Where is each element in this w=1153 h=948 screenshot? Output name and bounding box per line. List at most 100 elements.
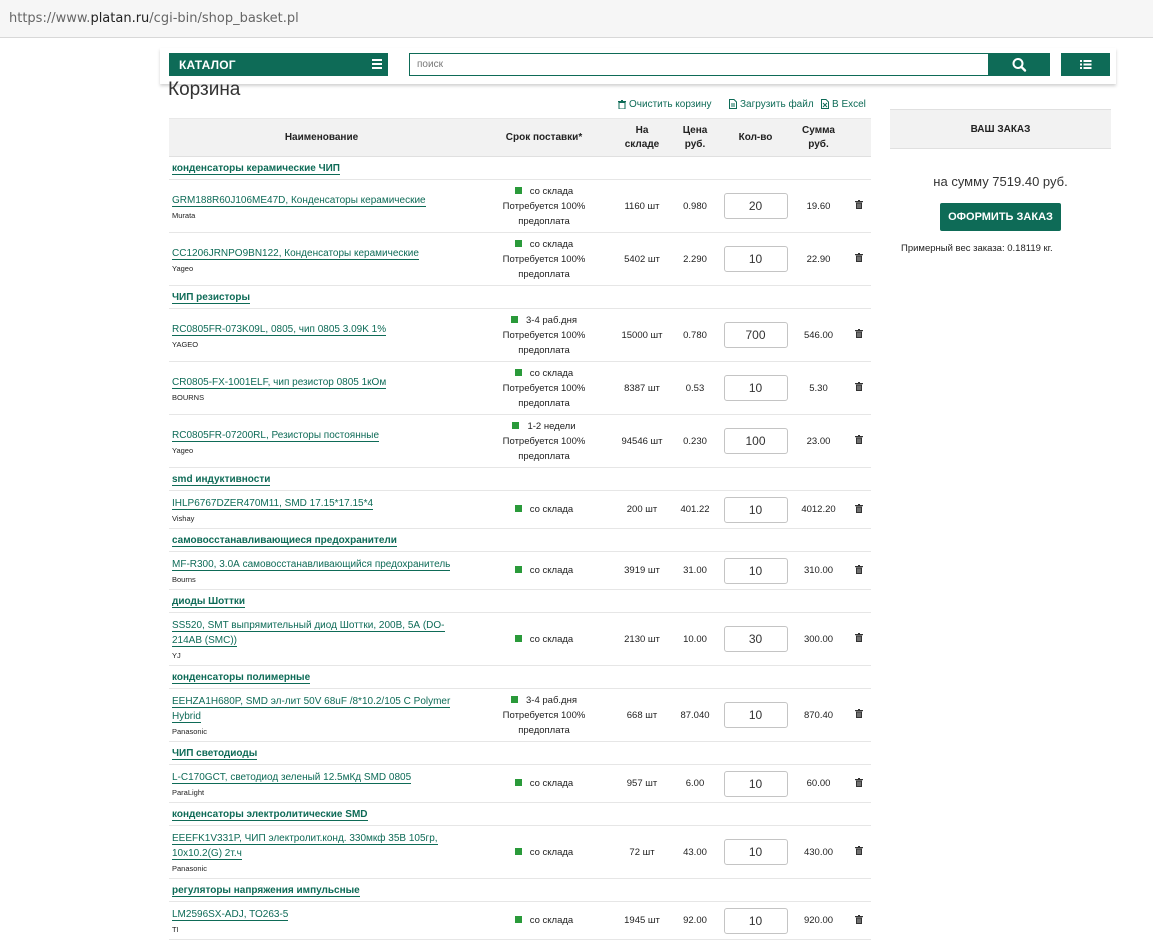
catalog-label: КАТАЛОГ xyxy=(179,58,236,72)
checkout-button[interactable]: ОФОРМИТЬ ЗАКАЗ xyxy=(940,203,1061,231)
product-cell: IHLP6767DZER470M11, SMD 17.15*17.15*4 Vis… xyxy=(169,490,474,529)
delete-row-trash-icon[interactable] xyxy=(854,382,863,394)
delete-row-trash-icon[interactable] xyxy=(854,200,863,212)
col-header-sum: Сумма руб. xyxy=(791,118,846,157)
table-row: RC0805FR-073K09L, 0805, чип 0805 3.09K 1… xyxy=(169,308,871,362)
prepayment-note-2: предоплата xyxy=(518,724,570,736)
category-link[interactable]: конденсаторы электролитические SMD xyxy=(172,808,368,821)
quantity-input[interactable]: 100 xyxy=(723,428,788,454)
product-brand: Panasonic xyxy=(172,727,208,736)
delete-row-trash-icon[interactable] xyxy=(854,435,863,447)
product-link[interactable]: RC0805FR-073K09L, 0805, чип 0805 3.09K 1… xyxy=(172,323,387,336)
category-link[interactable]: ЧИП светодиоды xyxy=(172,747,258,760)
prepayment-note-2: предоплата xyxy=(518,397,570,409)
delete-row-trash-icon[interactable] xyxy=(854,777,863,790)
category-link[interactable]: самовосстанавливающиеся предохранители xyxy=(172,534,397,547)
prepayment-note: Потребуется 100% xyxy=(502,200,586,212)
delete-row-trash-icon[interactable] xyxy=(854,253,863,265)
delete-row-trash-icon[interactable] xyxy=(854,503,863,516)
col-header-delivery: Срок поставки* xyxy=(474,118,614,157)
excel-icon xyxy=(821,99,829,109)
quantity-input[interactable]: 10 xyxy=(723,770,788,797)
product-brand: Yageo xyxy=(172,263,194,273)
in-stock-indicator-icon xyxy=(514,186,522,194)
table-row: EEEFK1V331P, ЧИП электролит.конд. 330мкф… xyxy=(169,825,871,879)
search-input[interactable]: поиск xyxy=(409,53,989,76)
excel-export-link[interactable]: В Excel xyxy=(821,99,866,110)
in-stock-indicator-icon xyxy=(514,505,522,512)
prepayment-note: Потребуется 100% xyxy=(502,382,586,394)
product-link[interactable]: GRM188R60J106ME47D, Конденсаторы керамич… xyxy=(172,194,426,207)
price-cell: 401.22 xyxy=(670,490,720,529)
delete-row-trash-icon[interactable] xyxy=(854,709,863,721)
product-link[interactable]: MF-R300, 3.0А самовосстанавливающийся пр… xyxy=(172,559,451,571)
table-row: SS520, SMT выпрямительный диод Шоттки, 2… xyxy=(169,612,871,666)
category-row: ЧИП резисторы xyxy=(169,285,871,309)
delete-row-trash-icon[interactable] xyxy=(854,564,863,577)
prepayment-note-2: предоплата xyxy=(518,450,570,462)
browser-address-bar[interactable]: https://www.platan.ru/cgi-bin/shop_baske… xyxy=(0,0,1153,38)
delete-row-trash-icon[interactable] xyxy=(854,914,863,927)
delete-cell xyxy=(846,688,871,742)
sum-cell: 430.00 xyxy=(791,825,846,879)
table-row: RC0805FR-07200RL, Резисторы постоянные Ya… xyxy=(169,414,871,468)
product-brand: YAGEO xyxy=(172,339,199,349)
price-cell: 0.780 xyxy=(670,308,720,362)
quantity-input[interactable]: 10 xyxy=(723,702,788,728)
table-row: L-C170GCT, светодиод зеленый 12.5мКд SMD… xyxy=(169,764,871,803)
delete-row-trash-icon[interactable] xyxy=(854,846,863,858)
file-icon xyxy=(729,99,737,109)
product-link[interactable]: RC0805FR-07200RL, Резисторы постоянные xyxy=(172,429,380,442)
url-text[interactable]: https://www.platan.ru/cgi-bin/shop_baske… xyxy=(9,11,299,26)
delete-row-trash-icon[interactable] xyxy=(854,329,863,341)
list-view-button[interactable] xyxy=(1061,53,1110,76)
category-link[interactable]: конденсаторы керамические ЧИП xyxy=(172,162,340,175)
quantity-input[interactable]: 10 xyxy=(723,557,788,584)
product-link[interactable]: IHLP6767DZER470M11, SMD 17.15*17.15*4 xyxy=(172,498,374,510)
category-link[interactable]: smd индуктивности xyxy=(172,473,271,486)
quantity-input[interactable]: 10 xyxy=(723,839,788,865)
prepayment-note: Потребуется 100% xyxy=(502,709,586,721)
product-link[interactable]: L-C170GCT, светодиод зеленый 12.5мКд SMD… xyxy=(172,772,412,784)
product-brand: Vishay xyxy=(172,514,195,523)
order-weight: Примерный вес заказа: 0.18119 кг. xyxy=(901,243,1053,254)
product-link[interactable]: CC1206JRNPO9BN122, Конденсаторы керамиче… xyxy=(172,247,419,260)
quantity-input[interactable]: 30 xyxy=(723,626,788,652)
upload-file-link[interactable]: Загрузить файл xyxy=(729,99,814,110)
qty-cell: 30 xyxy=(720,612,791,666)
product-link[interactable]: CR0805-FX-1001ELF, чип резистор 0805 1кО… xyxy=(172,376,387,389)
product-link[interactable]: EEHZA1H680P, SMD эл-лит 50V 68uF /8*10.2… xyxy=(172,696,451,723)
sum-cell: 60.00 xyxy=(791,764,846,803)
product-link[interactable]: LM2596SX-ADJ, TO263-5 xyxy=(172,909,289,921)
quantity-input[interactable]: 700 xyxy=(723,322,788,348)
category-row: ЧИП светодиоды xyxy=(169,741,871,765)
category-link[interactable]: диоды Шоттки xyxy=(172,595,245,608)
product-cell: CC1206JRNPO9BN122, Конденсаторы керамиче… xyxy=(169,232,474,286)
category-link[interactable]: регуляторы напряжения импульсные xyxy=(172,884,360,897)
product-link[interactable]: EEEFK1V331P, ЧИП электролит.конд. 330мкф… xyxy=(172,833,438,860)
qty-cell: 10 xyxy=(720,551,791,590)
category-row: конденсаторы керамические ЧИП xyxy=(169,156,871,180)
delete-row-trash-icon[interactable] xyxy=(854,633,863,645)
product-cell: GRM188R60J106ME47D, Конденсаторы керамич… xyxy=(169,179,474,233)
product-link[interactable]: SS520, SMT выпрямительный диод Шоттки, 2… xyxy=(172,620,445,647)
sum-cell: 5.30 xyxy=(791,361,846,415)
clear-basket-link[interactable]: Очистить корзину xyxy=(618,99,712,110)
quantity-input[interactable]: 10 xyxy=(723,496,788,523)
category-link[interactable]: ЧИП резисторы xyxy=(172,291,251,304)
delivery-cell: со склада xyxy=(474,764,614,803)
qty-cell: 10 xyxy=(720,764,791,803)
in-stock-indicator-icon xyxy=(512,421,520,429)
category-link[interactable]: конденсаторы полимерные xyxy=(172,671,311,684)
page-title: Корзина xyxy=(168,79,241,100)
qty-cell: 10 xyxy=(720,361,791,415)
search-button[interactable] xyxy=(988,53,1050,76)
table-row: IHLP6767DZER470M11, SMD 17.15*17.15*4 Vis… xyxy=(169,490,871,529)
table-row: CC1206JRNPO9BN122, Конденсаторы керамиче… xyxy=(169,232,871,286)
quantity-input[interactable]: 10 xyxy=(723,375,788,401)
quantity-input[interactable]: 10 xyxy=(723,907,788,934)
quantity-input[interactable]: 10 xyxy=(723,246,788,272)
quantity-input[interactable]: 20 xyxy=(723,193,788,219)
delivery-cell: со склада Потребуется 100% предоплата xyxy=(474,179,614,233)
catalog-button[interactable]: КАТАЛОГ xyxy=(169,53,388,76)
